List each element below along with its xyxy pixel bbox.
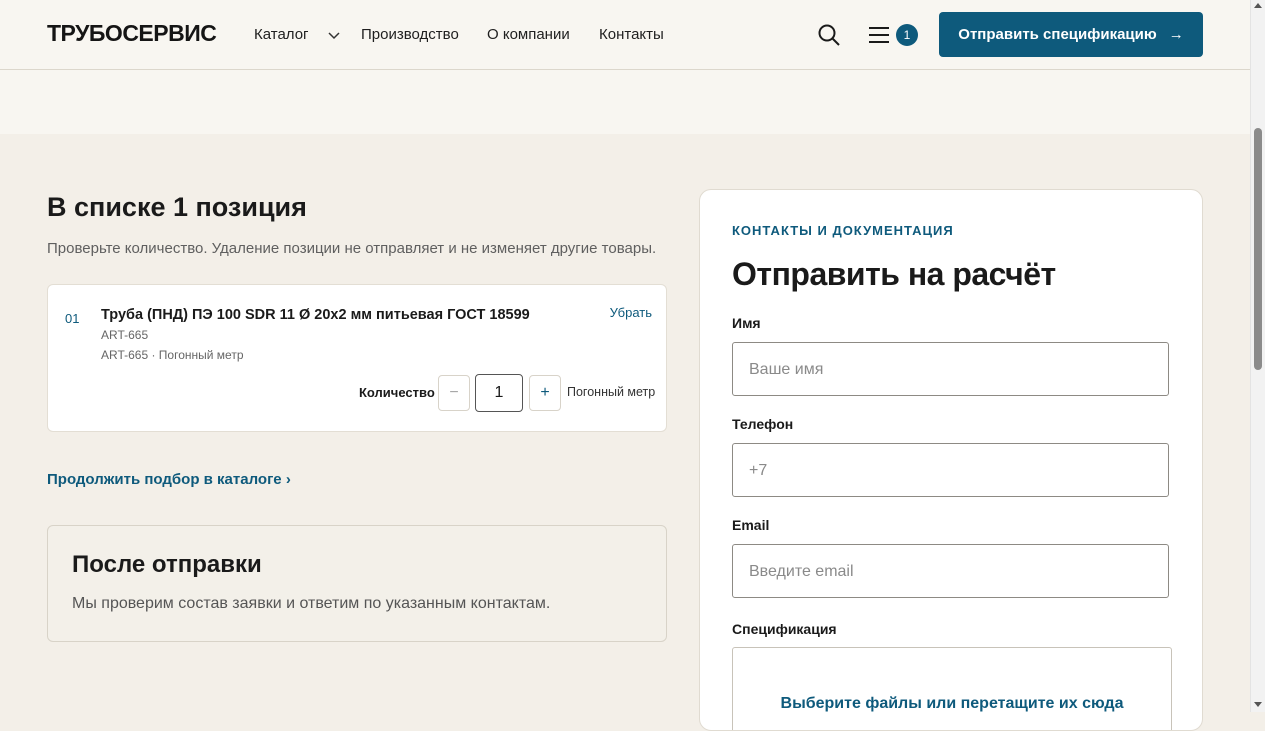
after-submit-text: Мы проверим состав заявки и ответим по у… [72, 595, 551, 612]
phone-label: Телефон [732, 416, 794, 432]
after-submit-card: После отправки Мы проверим состав заявки… [47, 525, 667, 642]
phone-input[interactable]: +7 [732, 443, 1169, 497]
list-icon[interactable] [868, 25, 892, 45]
site-header: ТРУБОСЕРВИС Каталог Производство О компа… [0, 0, 1250, 70]
scroll-down-icon[interactable] [1254, 702, 1262, 707]
continue-catalog-link[interactable]: Продолжить подбор в каталоге › [47, 471, 291, 488]
scroll-thumb[interactable] [1254, 128, 1262, 370]
item-sku: ART-665 [101, 328, 149, 342]
scroll-up-icon[interactable] [1254, 3, 1262, 8]
spec-label: Спецификация [732, 621, 837, 637]
chevron-down-icon[interactable] [327, 28, 341, 42]
item-sku-unit: ART-665 · Погонный метр [101, 348, 244, 362]
search-icon[interactable] [817, 23, 841, 47]
name-label: Имя [732, 315, 761, 331]
quantity-decrease-button[interactable]: − [438, 375, 470, 411]
item-name: Труба (ПНД) ПЭ 100 SDR 11 Ø 20x2 мм пить… [101, 307, 530, 323]
request-form-card: КОНТАКТЫ И ДОКУМЕНТАЦИЯ Отправить на рас… [699, 189, 1203, 731]
page-scrollbar[interactable] [1250, 0, 1265, 712]
quantity-label: Количество [359, 385, 435, 400]
item-index: 01 [65, 311, 80, 326]
nav-catalog[interactable]: Каталог [254, 26, 309, 43]
nav-production[interactable]: Производство [361, 26, 459, 43]
quantity-increase-button[interactable]: + [529, 375, 561, 411]
nav-contacts[interactable]: Контакты [599, 26, 664, 43]
form-title: Отправить на расчёт [732, 256, 1056, 292]
quantity-unit: Погонный метр [567, 385, 656, 399]
email-label: Email [732, 517, 770, 533]
nav-about[interactable]: О компании [487, 26, 570, 43]
cart-subtitle: Проверьте количество. Удаление позиции н… [47, 240, 657, 257]
cart-count-badge[interactable]: 1 [896, 24, 918, 46]
cart-title: В списке 1 позиция [47, 192, 307, 222]
name-input[interactable]: Ваше имя [732, 342, 1169, 396]
remove-item-button[interactable]: Убрать [610, 305, 652, 320]
upload-text: Выберите файлы или перетащите их сюда [780, 695, 1124, 712]
logo[interactable]: ТРУБОСЕРВИС [47, 20, 217, 47]
email-input[interactable]: Введите email [732, 544, 1169, 598]
cart-item-card: 01 Труба (ПНД) ПЭ 100 SDR 11 Ø 20x2 мм п… [47, 284, 667, 432]
header-strip [0, 70, 1250, 134]
after-submit-title: После отправки [72, 551, 262, 578]
file-upload-dropzone[interactable]: Выберите файлы или перетащите их сюда [732, 647, 1172, 730]
send-spec-button[interactable]: Отправить спецификацию → [939, 12, 1203, 57]
quantity-input[interactable]: 1 [475, 374, 523, 412]
form-eyebrow: КОНТАКТЫ И ДОКУМЕНТАЦИЯ [732, 223, 954, 238]
send-spec-label: Отправить спецификацию [958, 26, 1157, 43]
arrow-right-icon: → [1168, 26, 1184, 43]
